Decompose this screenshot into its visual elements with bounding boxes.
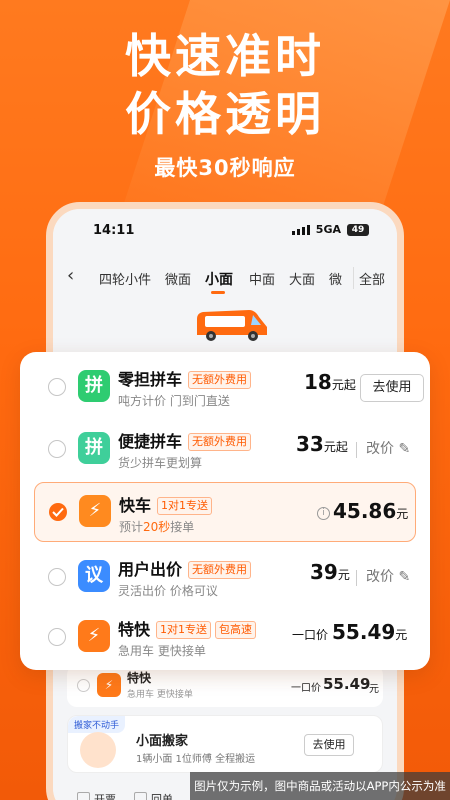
headline-line2: 价格透明: [125, 87, 325, 141]
tab-medium-van[interactable]: 中面: [249, 269, 275, 288]
no-extra-fee-badge: 无额外费用: [188, 433, 252, 451]
mover-avatar: [80, 732, 116, 768]
carpool-icon: 拼: [78, 432, 110, 464]
option-subtitle: 货少拼车更划算: [118, 456, 203, 470]
tab-micro-van[interactable]: 微面: [165, 269, 191, 288]
option-price: 33元起: [296, 432, 348, 456]
highway-badge: 包高速: [215, 621, 257, 639]
option-radio[interactable]: [48, 378, 66, 396]
option-title: 快车 1对1专送: [119, 492, 213, 516]
receipt-checkbox[interactable]: 回单: [134, 791, 173, 800]
option-row-user-bid[interactable]: 议 用户出价 无额外费用 灵活出价 价格可议 39元 改价 ✎: [20, 546, 430, 606]
pencil-icon: ✎: [398, 569, 411, 585]
tab-micro-truck[interactable]: 微: [329, 269, 342, 288]
tab-large-van[interactable]: 大面: [289, 269, 315, 288]
option-radio[interactable]: [48, 568, 66, 586]
fast-lightning-icon: ⚡: [97, 673, 121, 697]
tab-four-wheel-small[interactable]: 四轮小件: [99, 269, 151, 288]
option-title: 零担拼车 无额外费用: [118, 366, 252, 390]
bottom-options: 开票 回单: [77, 791, 173, 800]
selected-radio[interactable]: [49, 503, 67, 521]
mini-subtitle: 急用车 更快接单: [127, 690, 193, 700]
mini-price: 55.49: [323, 675, 371, 693]
pencil-icon: ✎: [398, 441, 411, 457]
option-price: 45.86元: [333, 499, 409, 523]
no-extra-fee-badge: 无额外费用: [188, 561, 252, 579]
option-price: 一口价 55.49元: [292, 620, 408, 644]
mini-title: 特快: [127, 671, 152, 685]
use-button[interactable]: 去使用: [360, 374, 424, 402]
option-price: 18元起: [304, 370, 356, 394]
moving-subtitle: 1辆小面 1位师傅 全程搬运: [136, 754, 256, 765]
tab-all[interactable]: 全部: [359, 269, 385, 288]
mini-price-unit: 元: [369, 684, 379, 695]
option-row-super-express[interactable]: ⚡ 特快 1对1专送 包高速 急用车 更快接单 一口价 55.49元: [20, 606, 430, 666]
info-icon[interactable]: i: [317, 507, 330, 520]
moving-use-button[interactable]: 去使用: [304, 734, 354, 756]
vehicle-tabs: ‹ 四轮小件 微面 小面 中面 大面 微 全部: [53, 259, 397, 299]
tab-small-van[interactable]: 小面: [205, 269, 233, 289]
fast-lightning-icon: ⚡: [78, 620, 110, 652]
option-radio[interactable]: [48, 628, 66, 646]
option-title: 便捷拼车 无额外费用: [118, 428, 252, 452]
back-icon[interactable]: ‹: [67, 265, 74, 286]
service-options-card: 拼 零担拼车 无额外费用 吨方计价 门到门直送 18元起 去使用 拼 便捷拼车 无额…: [20, 352, 430, 670]
headline-subtitle: 最快30秒响应: [154, 156, 296, 180]
network-label: 5GA: [315, 223, 341, 236]
option-price: 39元: [310, 560, 350, 584]
option-subtitle: 急用车 更快接单: [118, 644, 206, 658]
change-price-button[interactable]: 改价 ✎: [366, 566, 410, 586]
lightning-icon: ⚡: [79, 495, 111, 527]
option-subtitle: 灵活出价 价格可议: [118, 584, 218, 598]
negotiate-icon: 议: [78, 560, 110, 592]
option-subtitle: 预计20秒接单: [119, 520, 195, 534]
moving-service-card[interactable]: 搬家不动手 小面搬家 1辆小面 1位师傅 全程搬运 去使用: [67, 715, 383, 773]
disclaimer-note: 图片仅为示例，图中商品或活动以APP内公示为准: [190, 772, 450, 800]
mini-price-prefix: 一口价: [291, 683, 321, 694]
option-radio[interactable]: [48, 440, 66, 458]
option-title: 用户出价 无额外费用: [118, 556, 252, 580]
option-title: 特快 1对1专送 包高速: [118, 616, 257, 640]
signal-icon: [291, 224, 310, 235]
option-subtitle: 吨方计价 门到门直送: [118, 394, 230, 408]
status-time: 14:11: [93, 223, 135, 238]
moving-title: 小面搬家: [136, 734, 189, 749]
option-row-express[interactable]: ⚡ 快车 1对1专送 预计20秒接单 i 45.86元: [34, 482, 416, 542]
tekuai-mini-row[interactable]: ⚡ 特快 急用车 更快接单 一口价 55.49 元: [67, 665, 383, 707]
mini-radio[interactable]: [77, 679, 90, 692]
one-to-one-badge: 1对1专送: [157, 497, 213, 515]
moving-tag: 搬家不动手: [68, 716, 126, 733]
check-icon: [52, 507, 64, 517]
tab-separator: [353, 267, 354, 289]
divider: [356, 442, 357, 458]
active-tab-indicator: [211, 291, 225, 294]
status-indicators: 5GA 49: [291, 223, 369, 236]
invoice-checkbox[interactable]: 开票: [77, 791, 116, 800]
option-row-easy-carpool[interactable]: 拼 便捷拼车 无额外费用 货少拼车更划算 33元起 改价 ✎: [20, 418, 430, 478]
one-to-one-badge: 1对1专送: [156, 621, 212, 639]
van-illustration: [197, 310, 267, 341]
phone-lower-list: ⚡ 特快 急用车 更快接单 一口价 55.49 元 搬家不动手 小面搬家 1辆小…: [67, 665, 383, 773]
status-bar: 14:11 5GA 49: [53, 223, 397, 243]
carpool-icon: 拼: [78, 370, 110, 402]
battery-icon: 49: [347, 223, 369, 236]
divider: [356, 570, 357, 586]
headline-line1: 快速准时: [125, 29, 325, 83]
no-extra-fee-badge: 无额外费用: [188, 371, 252, 389]
option-row-ltl-carpool[interactable]: 拼 零担拼车 无额外费用 吨方计价 门到门直送 18元起 去使用: [20, 356, 430, 416]
change-price-button[interactable]: 改价 ✎: [366, 438, 410, 458]
